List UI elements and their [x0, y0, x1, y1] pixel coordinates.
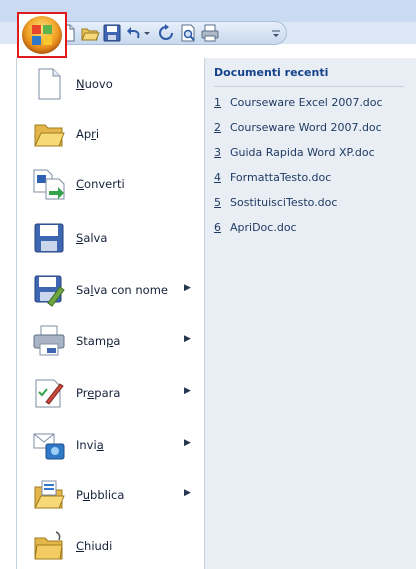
menu-item-label: Nuovo [76, 77, 113, 91]
menu-item-prepara[interactable]: Prepara ▶ [18, 372, 203, 414]
undo-dropdown-icon[interactable] [142, 23, 152, 43]
recent-document-name: SostituisciTesto.doc [230, 196, 338, 209]
menu-item-label: Invia [76, 438, 104, 452]
recent-document-item[interactable]: 4 FormattaTesto.doc [214, 171, 331, 184]
close-folder-icon [34, 531, 63, 560]
menu-item-label: Stampa [76, 334, 121, 348]
recent-documents-title: Documenti recenti [214, 66, 329, 79]
submenu-arrow-icon: ▶ [184, 334, 191, 344]
recent-document-name: ApriDoc.doc [230, 221, 297, 234]
menu-item-salva[interactable]: Salva [18, 217, 203, 259]
menu-item-label: Apri [76, 127, 100, 141]
office-logo-icon [32, 25, 52, 45]
convert-document-icon [33, 169, 65, 200]
submenu-arrow-icon: ▶ [184, 386, 191, 396]
menu-item-label: Converti [76, 177, 125, 191]
menu-item-label: Salva [76, 231, 108, 245]
menu-item-label: Chiudi [76, 539, 113, 553]
recent-document-number: 1 [214, 96, 221, 109]
recent-document-item[interactable]: 3 Guida Rapida Word XP.doc [214, 146, 375, 159]
recent-document-name: Guida Rapida Word XP.doc [230, 146, 375, 159]
new-document-icon [38, 68, 61, 100]
print-icon[interactable] [200, 23, 220, 43]
menu-item-label: Prepara [76, 386, 121, 400]
open-folder-icon [34, 124, 65, 147]
menu-item-stampa[interactable]: Stampa ▶ [18, 320, 203, 362]
menu-item-label: Pubblica [76, 488, 125, 502]
recent-document-name: Courseware Excel 2007.doc [230, 96, 383, 109]
recent-document-number: 6 [214, 221, 221, 234]
recent-document-name: FormattaTesto.doc [230, 171, 332, 184]
send-icon [33, 433, 65, 460]
save-as-icon [34, 275, 65, 307]
customize-qat-icon[interactable] [270, 23, 282, 43]
recent-documents-panel [205, 58, 416, 569]
recent-document-number: 5 [214, 196, 221, 209]
redo-icon[interactable] [156, 23, 176, 43]
menu-item-label: Salva con nome [76, 283, 168, 297]
recent-documents-separator [214, 86, 404, 87]
print-icon [33, 325, 65, 356]
menu-item-salva-con-nome[interactable]: Salva con nome ▶ [18, 269, 203, 311]
recent-document-number: 3 [214, 146, 221, 159]
recent-document-item[interactable]: 5 SostituisciTesto.doc [214, 196, 337, 209]
recent-document-number: 2 [214, 121, 221, 134]
office-button[interactable] [22, 16, 62, 54]
save-icon [34, 223, 64, 253]
submenu-arrow-icon: ▶ [184, 488, 191, 498]
office-button-highlight [17, 12, 67, 58]
publish-icon [34, 480, 65, 509]
submenu-arrow-icon: ▶ [184, 438, 191, 448]
prepare-icon [35, 379, 64, 408]
menu-item-chiudi[interactable]: Chiudi [18, 525, 203, 567]
submenu-arrow-icon: ▶ [184, 283, 191, 293]
menu-item-invia[interactable]: Invia ▶ [18, 424, 203, 466]
recent-document-item[interactable]: 1 Courseware Excel 2007.doc [214, 96, 383, 109]
recent-document-item[interactable]: 2 Courseware Word 2007.doc [214, 121, 382, 134]
save-icon[interactable] [102, 23, 122, 43]
open-folder-icon[interactable] [80, 23, 100, 43]
recent-document-number: 4 [214, 171, 221, 184]
recent-document-name: Courseware Word 2007.doc [230, 121, 382, 134]
menu-item-apri[interactable]: Apri [18, 113, 203, 155]
menu-item-pubblica[interactable]: Pubblica ▶ [18, 474, 203, 516]
undo-icon[interactable] [124, 23, 144, 43]
recent-document-item[interactable]: 6 ApriDoc.doc [214, 221, 297, 234]
menu-item-converti[interactable]: Converti [18, 163, 203, 205]
print-preview-icon[interactable] [178, 23, 198, 43]
menu-item-nuovo[interactable]: Nuovo [18, 63, 203, 105]
